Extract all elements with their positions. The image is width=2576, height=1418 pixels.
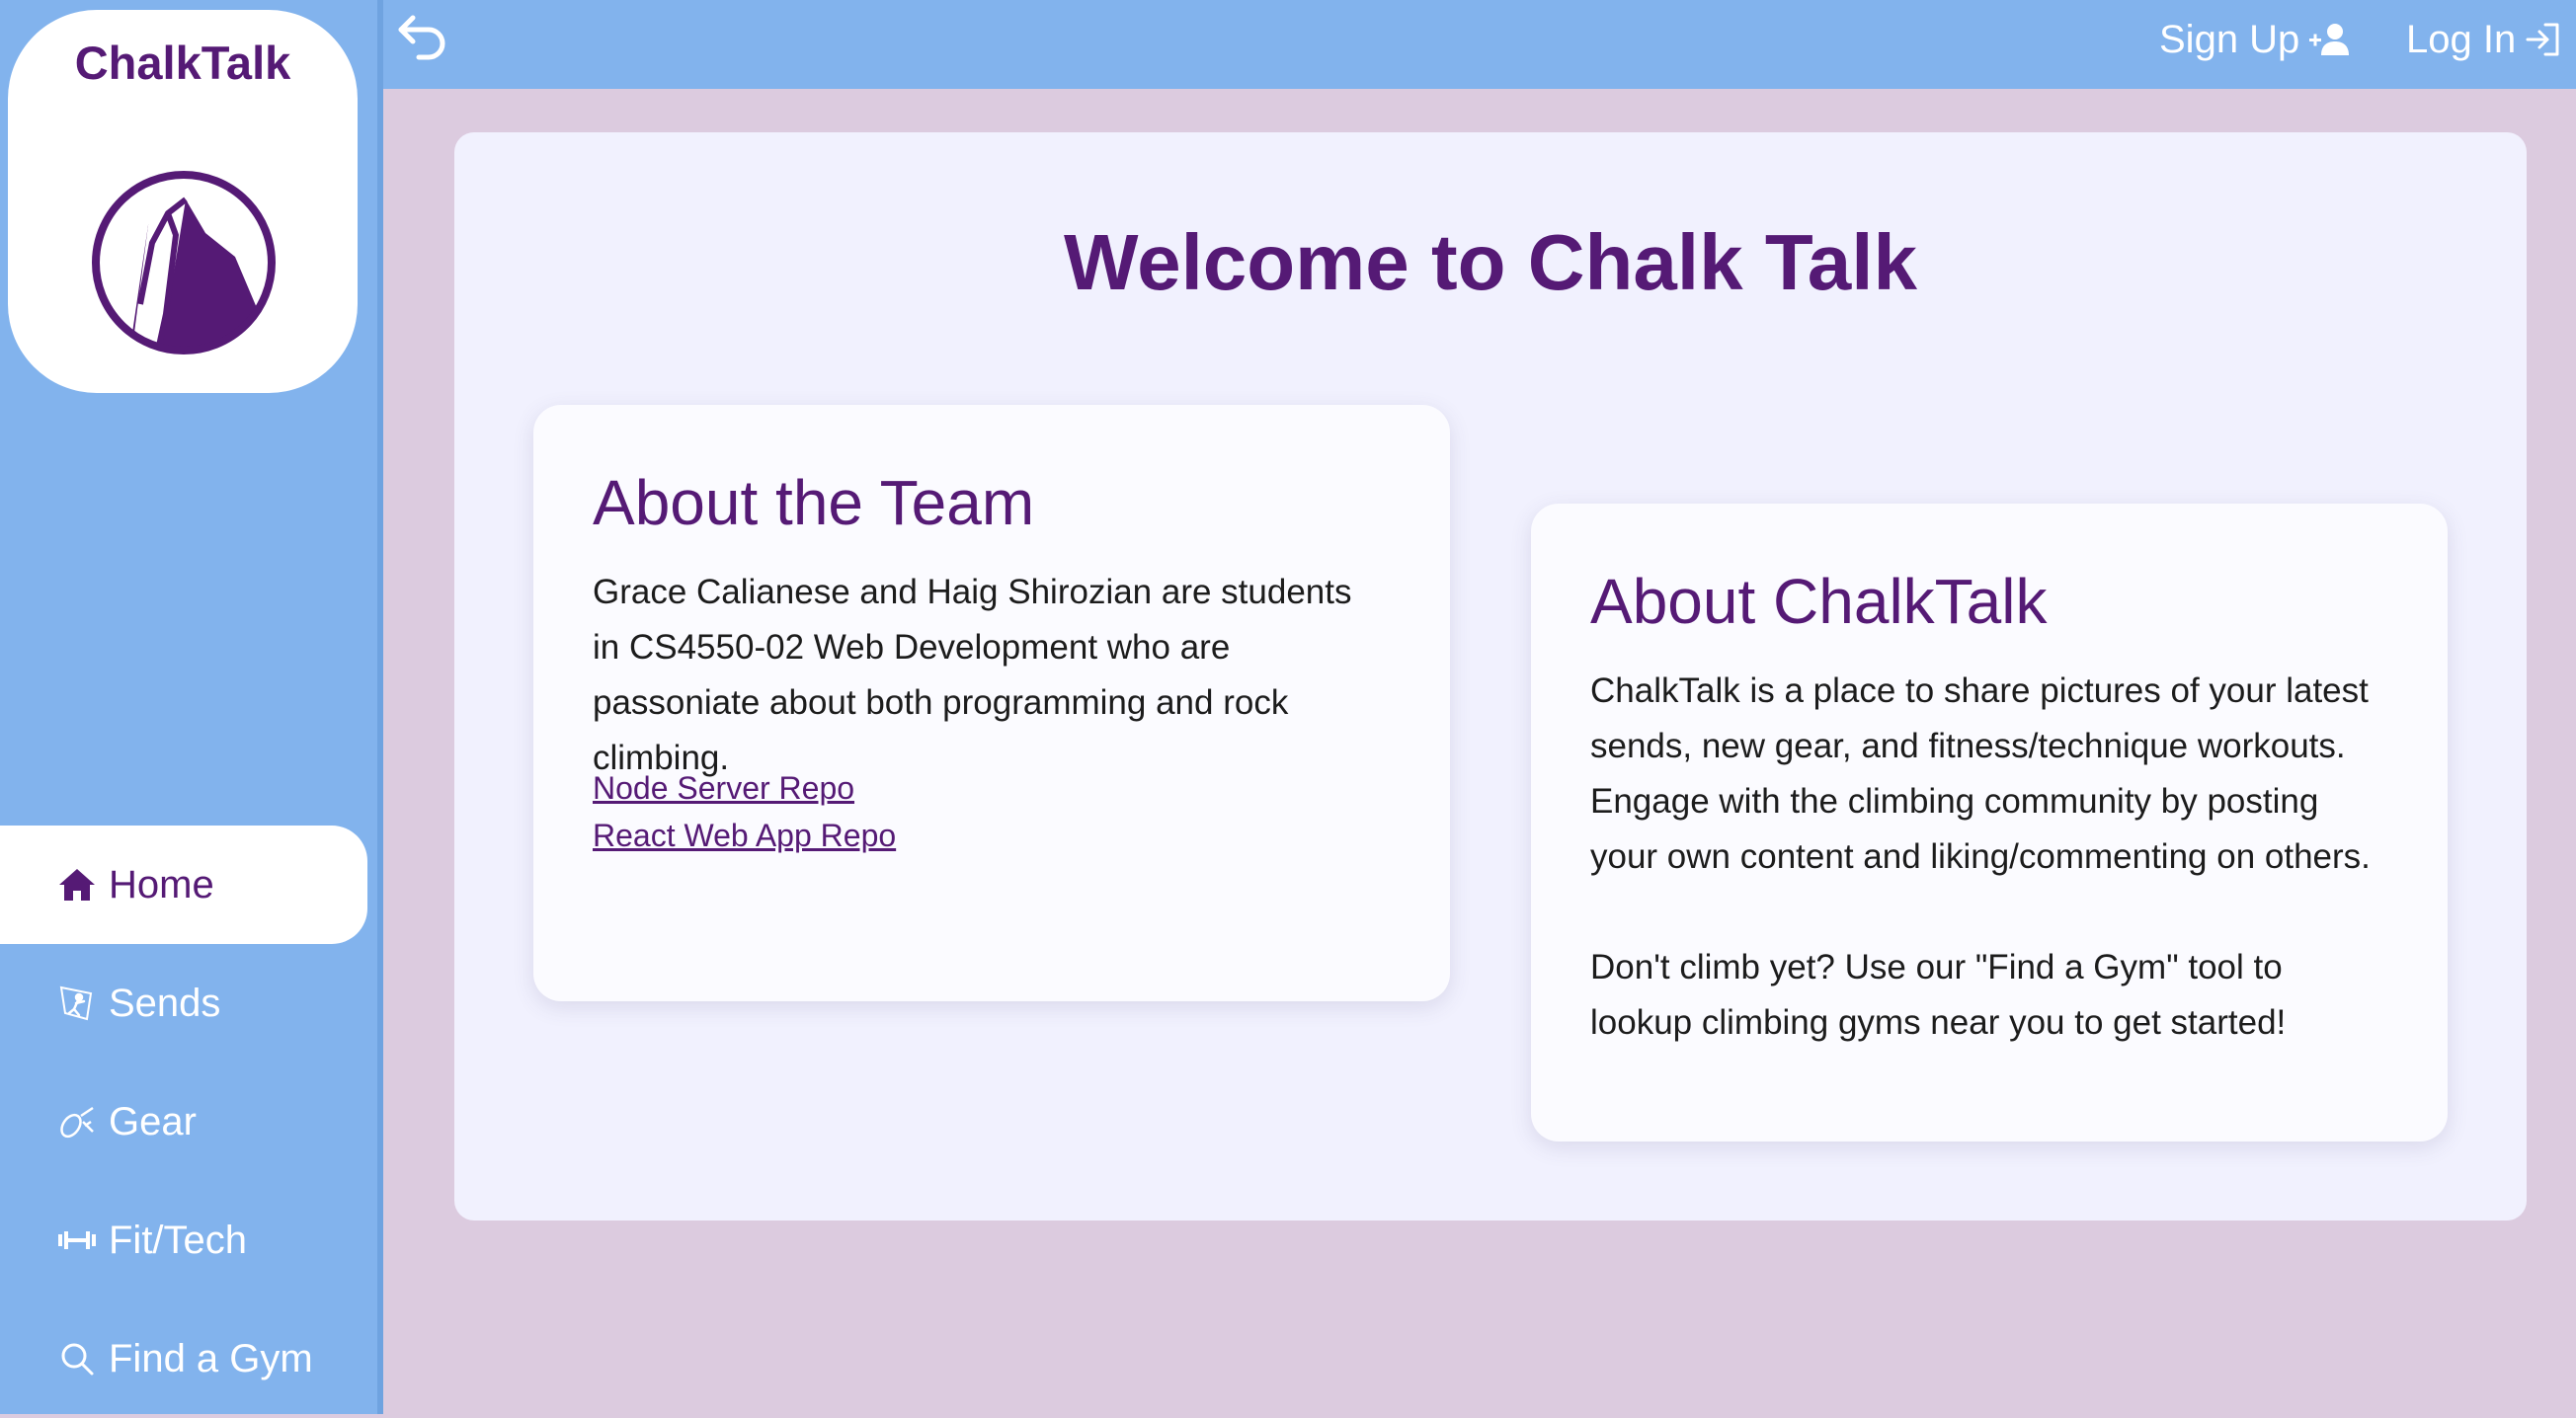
- card-body: Grace Calianese and Haig Shirozian are s…: [593, 573, 1352, 777]
- sidebar-item-label: Find a Gym: [109, 1336, 313, 1380]
- logo-card[interactable]: ChalkTalk: [8, 10, 358, 393]
- undo-arrow-icon: [398, 15, 445, 60]
- sign-up-label: Sign Up: [2159, 17, 2300, 61]
- logo-title: ChalkTalk: [74, 37, 291, 89]
- sidebar-item-find-a-gym[interactable]: Find a Gym: [0, 1300, 367, 1418]
- sidebar-item-home[interactable]: Home: [0, 826, 367, 944]
- sidebar-item-label: Sends: [109, 981, 221, 1025]
- add-user-icon: [2309, 24, 2350, 55]
- sidebar-item-sends[interactable]: Sends: [0, 944, 367, 1063]
- sidebar-divider: [377, 0, 383, 1414]
- sidebar-item-label: Gear: [109, 1099, 197, 1143]
- log-in-button[interactable]: Log In: [2406, 10, 2563, 69]
- main-panel: Welcome to Chalk Talk About the Team Gra…: [454, 132, 2527, 1221]
- carabiner-icon: [55, 1100, 99, 1143]
- climber-icon: [55, 982, 99, 1025]
- sign-up-button[interactable]: Sign Up: [2159, 10, 2351, 69]
- page-title: Welcome to Chalk Talk: [1064, 218, 1917, 306]
- sidebar: ChalkTalk Home Sends Gear Fit/Tech Find …: [0, 0, 377, 1414]
- login-arrow-icon: [2526, 23, 2559, 56]
- about-team-card: About the Team Grace Calianese and Haig …: [533, 405, 1450, 1001]
- card-body: ChalkTalk is a place to share pictures o…: [1590, 671, 2371, 876]
- react-web-app-repo-link[interactable]: React Web App Repo: [593, 818, 896, 854]
- back-button[interactable]: [393, 8, 452, 67]
- sidebar-item-gear[interactable]: Gear: [0, 1063, 367, 1181]
- sidebar-item-label: Fit/Tech: [109, 1218, 248, 1262]
- sidebar-item-label: Home: [109, 862, 214, 906]
- sidebar-item-fit-tech[interactable]: Fit/Tech: [0, 1181, 367, 1300]
- dumbbell-icon: [55, 1219, 99, 1262]
- top-bar: Sign Up Log In: [383, 0, 2576, 89]
- card-body-secondary: Don't climb yet? Use our "Find a Gym" to…: [1590, 948, 2287, 1042]
- node-server-repo-link[interactable]: Node Server Repo: [593, 770, 854, 807]
- card-heading: About the Team: [593, 467, 1035, 538]
- card-heading: About ChalkTalk: [1590, 566, 2048, 637]
- home-icon: [55, 863, 99, 906]
- about-chalktalk-card: About ChalkTalk ChalkTalk is a place to …: [1531, 504, 2448, 1142]
- search-icon: [55, 1337, 99, 1380]
- log-in-label: Log In: [2406, 17, 2517, 61]
- mountain-logo-icon: [92, 171, 276, 354]
